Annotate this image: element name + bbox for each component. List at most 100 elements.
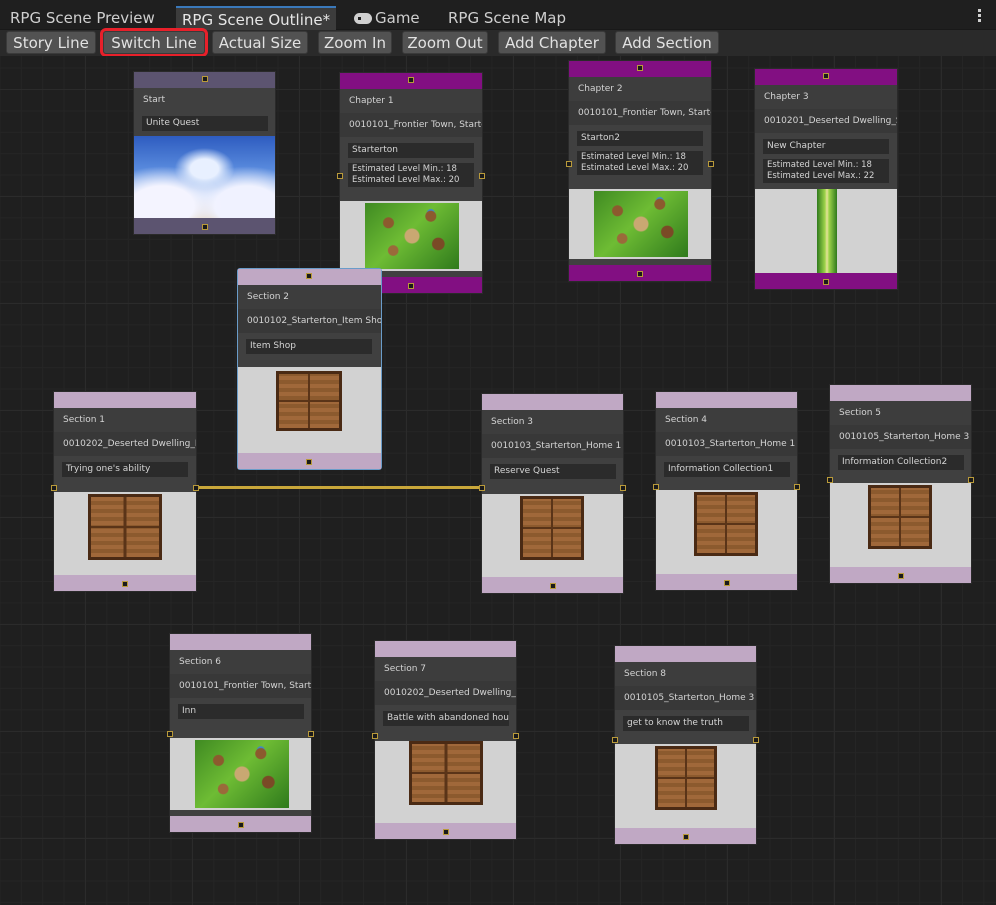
- switch-line-button[interactable]: Switch Line: [100, 28, 208, 57]
- port-top[interactable]: [823, 73, 829, 79]
- tab-game[interactable]: Game: [348, 6, 426, 30]
- toolbar: Story Line Switch Line Actual Size Zoom …: [0, 28, 996, 57]
- node-start[interactable]: Start Unite Quest: [133, 71, 276, 235]
- port-out[interactable]: [794, 484, 800, 490]
- port-top[interactable]: [408, 77, 414, 83]
- node-field[interactable]: Item Shop: [246, 339, 372, 354]
- port-bottom[interactable]: [724, 580, 730, 586]
- node-field[interactable]: Inn: [178, 704, 304, 719]
- port-in[interactable]: [566, 161, 572, 167]
- port-out[interactable]: [479, 173, 485, 179]
- node-field[interactable]: Unite Quest: [142, 116, 268, 131]
- node-scene: 0010202_Deserted Dwelling_Inside: [375, 681, 516, 705]
- scene-thumbnail: [276, 371, 342, 431]
- zoom-in-button[interactable]: Zoom In: [318, 31, 392, 54]
- port-in[interactable]: [337, 173, 343, 179]
- node-field[interactable]: New Chapter: [763, 139, 889, 154]
- add-chapter-button[interactable]: Add Chapter: [498, 31, 606, 54]
- node-title: Section 2: [238, 285, 381, 309]
- scene-thumbnail: [409, 741, 483, 805]
- port-in[interactable]: [653, 484, 659, 490]
- tab-rpg-scene-preview[interactable]: RPG Scene Preview: [4, 6, 161, 30]
- scene-thumbnail: [88, 494, 162, 560]
- port-out[interactable]: [968, 477, 974, 483]
- node-field[interactable]: Starton2: [577, 131, 703, 146]
- port-in[interactable]: [167, 731, 173, 737]
- node-title: Section 3: [482, 410, 623, 434]
- port-bottom[interactable]: [408, 283, 414, 289]
- node-title: Chapter 2: [569, 77, 711, 101]
- node-section-4[interactable]: Section 4 0010103_Starterton_Home 1 Info…: [653, 391, 800, 591]
- story-line-button[interactable]: Story Line: [6, 31, 96, 54]
- node-field[interactable]: Information Collection2: [838, 455, 964, 470]
- node-title: Section 6: [170, 650, 311, 674]
- tab-rpg-scene-map[interactable]: RPG Scene Map: [442, 6, 572, 30]
- port-top[interactable]: [202, 76, 208, 82]
- port-in[interactable]: [612, 737, 618, 743]
- scene-thumbnail: [694, 492, 758, 556]
- port-bottom[interactable]: [238, 822, 244, 828]
- node-section-2[interactable]: Section 2 0010102_Starterton_Item Shop I…: [237, 268, 382, 470]
- node-field[interactable]: get to know the truth: [623, 716, 749, 731]
- scene-thumbnail: [520, 496, 584, 560]
- scene-thumbnail: [134, 136, 275, 218]
- node-title: Section 1: [54, 408, 196, 432]
- connection-line[interactable]: [196, 486, 484, 489]
- port-out[interactable]: [193, 485, 199, 491]
- node-section-7[interactable]: Section 7 0010202_Deserted Dwelling_Insi…: [372, 640, 519, 840]
- zoom-out-button[interactable]: Zoom Out: [402, 31, 488, 54]
- port-in[interactable]: [827, 477, 833, 483]
- node-section-6[interactable]: Section 6 0010101_Frontier Town, Starter…: [167, 633, 314, 833]
- node-section-8[interactable]: Section 8 0010105_Starterton_Home 3 get …: [612, 645, 759, 845]
- node-scene: 0010102_Starterton_Item Shop: [238, 309, 381, 333]
- port-out[interactable]: [753, 737, 759, 743]
- port-in[interactable]: [479, 485, 485, 491]
- add-section-button[interactable]: Add Section: [615, 31, 719, 54]
- port-out[interactable]: [620, 485, 626, 491]
- port-out[interactable]: [708, 161, 714, 167]
- node-title: Chapter 1: [340, 89, 482, 113]
- port-bottom[interactable]: [122, 581, 128, 587]
- node-chapter-1[interactable]: Chapter 1 0010101_Frontier Town, Starter…: [337, 72, 485, 294]
- scene-thumbnail: [817, 189, 837, 273]
- node-field[interactable]: Reserve Quest: [490, 464, 616, 479]
- port-bottom[interactable]: [306, 459, 312, 465]
- node-level-range: Estimated Level Min.: 18 Estimated Level …: [763, 159, 889, 183]
- node-level-range: Estimated Level Min.: 18 Estimated Level …: [348, 163, 474, 187]
- node-scene: 0010105_Starterton_Home 3: [615, 686, 756, 710]
- scene-thumbnail: [655, 746, 717, 810]
- port-top[interactable]: [306, 273, 312, 279]
- node-scene: 0010202_Deserted Dwelling_Inside: [54, 432, 196, 456]
- more-options-icon[interactable]: [978, 9, 982, 23]
- node-field[interactable]: Trying one's ability: [62, 462, 188, 477]
- port-top[interactable]: [637, 65, 643, 71]
- node-section-3[interactable]: Section 3 0010103_Starterton_Home 1 Rese…: [479, 393, 626, 594]
- scene-thumbnail: [195, 740, 289, 808]
- node-chapter-3[interactable]: Chapter 3 0010201_Deserted Dwelling_Surr…: [754, 68, 898, 290]
- tab-rpg-scene-outline[interactable]: RPG Scene Outline*: [176, 6, 337, 30]
- port-in[interactable]: [372, 733, 378, 739]
- port-bottom[interactable]: [202, 224, 208, 230]
- node-field[interactable]: Battle with abandoned house boss: [383, 711, 509, 726]
- node-field[interactable]: Information Collection1: [664, 462, 790, 477]
- tab-bar: RPG Scene Preview RPG Scene Outline* Gam…: [0, 0, 996, 30]
- port-in[interactable]: [51, 485, 57, 491]
- port-bottom[interactable]: [637, 271, 643, 277]
- port-out[interactable]: [513, 733, 519, 739]
- port-bottom[interactable]: [443, 829, 449, 835]
- port-bottom[interactable]: [898, 573, 904, 579]
- node-title: Section 7: [375, 657, 516, 681]
- port-bottom[interactable]: [823, 279, 829, 285]
- graph-canvas[interactable]: Start Unite Quest Chapter 1 0010101_Fron…: [0, 56, 996, 905]
- node-scene: 0010201_Deserted Dwelling_Surroundings: [755, 109, 897, 133]
- port-bottom[interactable]: [550, 583, 556, 589]
- actual-size-button[interactable]: Actual Size: [212, 31, 308, 54]
- node-title: Section 4: [656, 408, 797, 432]
- node-scene: 0010101_Frontier Town, Starterton: [170, 674, 311, 698]
- node-section-1[interactable]: Section 1 0010202_Deserted Dwelling_Insi…: [51, 391, 199, 592]
- node-chapter-2[interactable]: Chapter 2 0010101_Frontier Town, Starter…: [566, 60, 714, 282]
- node-field[interactable]: Starterton: [348, 143, 474, 158]
- node-section-5[interactable]: Section 5 0010105_Starterton_Home 3 Info…: [827, 384, 974, 584]
- port-out[interactable]: [308, 731, 314, 737]
- port-bottom[interactable]: [683, 834, 689, 840]
